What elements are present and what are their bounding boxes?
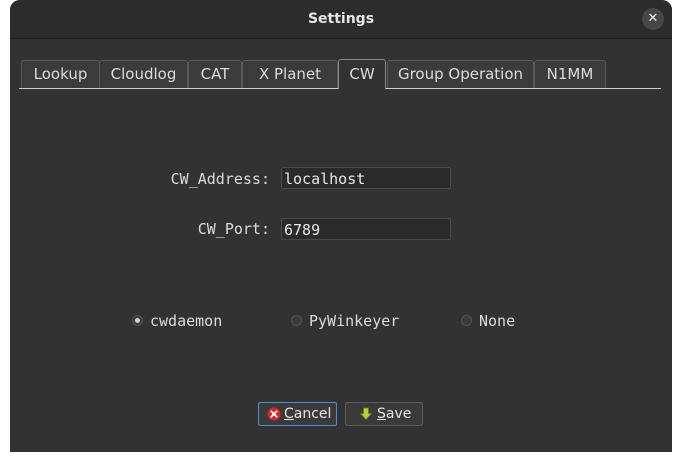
close-icon: ✕ [647,11,659,26]
radio-label: PyWinkeyer [309,312,400,330]
tab-n1mm[interactable]: N1MM [534,60,606,88]
cancel-button[interactable]: Cancel [258,402,337,426]
tab-x-planet[interactable]: X Planet [242,60,338,88]
save-button[interactable]: Save [345,402,423,426]
cancel-mnemonic: C [284,406,294,422]
tab-group-operation[interactable]: Group Operation [387,60,534,88]
cw-address-input[interactable]: localhost [281,167,451,189]
radio-indicator [291,315,302,326]
cancel-label: ancel [293,406,332,422]
tab-bar: Lookup Cloudlog CAT X Planet CW Group Op… [19,59,661,89]
cw-port-input[interactable]: 6789 [281,218,451,240]
tab-cat[interactable]: CAT [188,60,242,88]
dialog-title: Settings [307,11,375,27]
save-arrow-icon [359,407,373,421]
title-bar: Settings ✕ [10,0,672,39]
settings-dialog: Settings ✕ Lookup Cloudlog CAT X Planet … [10,0,672,452]
save-mnemonic: S [377,406,386,422]
cw-address-label: CW_Address: [170,170,270,188]
close-button[interactable]: ✕ [642,8,664,30]
tab-cloudlog[interactable]: Cloudlog [99,60,188,88]
tab-cw[interactable]: CW [338,59,386,89]
cw-port-label: CW_Port: [197,220,270,238]
radio-label: None [479,312,516,330]
radio-indicator-checked [132,315,143,326]
cancel-icon [267,407,281,421]
radio-indicator [461,315,472,326]
radio-label: cwdaemon [150,312,223,330]
tab-lookup[interactable]: Lookup [21,60,100,88]
save-label: ave [385,406,412,422]
